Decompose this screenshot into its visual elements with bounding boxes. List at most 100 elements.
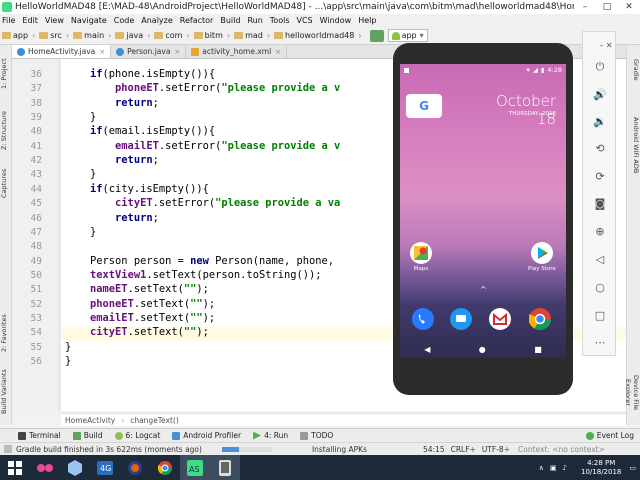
code-line[interactable]: return; [65, 212, 159, 224]
virtualbox-icon[interactable] [60, 455, 90, 480]
camera-icon[interactable]: ◙ [592, 195, 608, 211]
dock-gmail[interactable] [489, 308, 511, 330]
menu-help[interactable]: Help [358, 16, 376, 25]
caret-position[interactable]: 54:15 [423, 445, 445, 454]
code-line[interactable]: } [65, 168, 96, 180]
tab-terminal[interactable]: Terminal [18, 431, 61, 440]
tab-home-activity[interactable]: HomeActivity.java × [12, 45, 112, 58]
code-line[interactable]: cityET.setText(""); [65, 326, 209, 338]
close-tab-icon[interactable]: × [174, 48, 180, 56]
firefox-icon[interactable] [120, 455, 150, 480]
tab-favorites[interactable]: 2: Favorites [0, 307, 12, 359]
maximize-button[interactable]: □ [596, 2, 618, 12]
rotate-right-icon[interactable]: ⟳ [592, 168, 608, 184]
emulator-taskbar-icon[interactable] [210, 455, 240, 480]
menu-build[interactable]: Build [220, 16, 240, 25]
code-line[interactable]: if(city.isEmpty()){ [65, 183, 209, 195]
home-button[interactable]: ● [479, 345, 486, 354]
close-button[interactable]: ✕ [618, 2, 640, 12]
menu-navigate[interactable]: Navigate [71, 16, 107, 25]
cortana-icon[interactable] [30, 455, 60, 480]
back-icon[interactable]: ◁ [592, 251, 608, 267]
run-config-select[interactable]: app ▾ [387, 29, 428, 42]
tab-captures[interactable]: Captures [0, 163, 12, 203]
close-tab-icon[interactable]: × [99, 48, 105, 56]
tab-gradle[interactable]: Gradle [628, 53, 640, 87]
code-line[interactable]: Person person = new Person(name, phone, [65, 255, 334, 267]
menu-analyze[interactable]: Analyze [141, 16, 173, 25]
crumb-mad[interactable]: mad › [234, 31, 270, 40]
code-line[interactable]: nameET.setText(""); [65, 283, 209, 295]
code-line[interactable]: if(email.isEmpty()){ [65, 125, 215, 137]
volume-icon[interactable]: ♪ [563, 464, 567, 472]
menu-refactor[interactable]: Refactor [180, 16, 214, 25]
emulator-window-controls[interactable]: – ✕ [598, 41, 614, 51]
android-studio-taskbar-icon[interactable]: AS [180, 455, 210, 480]
date-widget[interactable]: October 18 [476, 92, 556, 128]
back-button[interactable]: ◀ [424, 345, 430, 354]
minimize-button[interactable]: – [574, 2, 596, 12]
tab-activity-home-xml[interactable]: activity_home.xml × [186, 45, 288, 58]
tab-todo[interactable]: TODO [300, 431, 333, 440]
clock[interactable]: 4:28 PM 10/18/2018 [581, 459, 621, 477]
crumb-com[interactable]: com › [154, 31, 190, 40]
power-icon[interactable]: ⏻ [592, 59, 608, 75]
network-icon[interactable]: ▣ [550, 464, 557, 472]
tab-build[interactable]: Build [72, 431, 103, 440]
crumb-app[interactable]: app › [2, 31, 35, 40]
menu-view[interactable]: View [45, 16, 64, 25]
tab-android-profiler[interactable]: Android Profiler [172, 431, 241, 440]
crumb-class[interactable]: HomeActivity [65, 416, 115, 425]
code-line[interactable]: return; [65, 97, 159, 109]
app-drawer-chevron-icon[interactable]: ^ [480, 285, 487, 294]
crumb-package[interactable]: helloworldmad48 › [274, 31, 362, 40]
code-line[interactable]: if(phone.isEmpty()){ [65, 68, 215, 80]
crumb-method[interactable]: changeText() [130, 416, 179, 425]
tab-project[interactable]: 1: Project [0, 49, 12, 99]
zoom-icon[interactable]: ⊕ [592, 223, 608, 239]
chrome-icon[interactable] [150, 455, 180, 480]
crumb-java[interactable]: java › [115, 31, 150, 40]
crumb-main[interactable]: main › [73, 31, 111, 40]
tab-build-variants[interactable]: Build Variants [0, 363, 12, 421]
tab-run[interactable]: 4: Run [253, 431, 288, 440]
code-line[interactable]: } [65, 226, 96, 238]
app-play-store[interactable]: Play Store [528, 242, 556, 272]
menu-file[interactable]: File [2, 16, 15, 25]
code-line[interactable]: } [65, 111, 96, 123]
google-search-widget[interactable]: G [406, 94, 442, 118]
overview-icon[interactable]: □ [592, 307, 608, 323]
line-separator[interactable]: CRLF÷ [451, 445, 476, 454]
rotate-left-icon[interactable]: ⟲ [592, 140, 608, 156]
tab-logcat[interactable]: 6: Logcat [114, 431, 160, 440]
app-maps[interactable]: Maps [410, 242, 432, 272]
code-line[interactable]: phoneET.setError("please provide a v [65, 82, 340, 94]
menu-vcs[interactable]: VCS [297, 16, 313, 25]
crumb-src[interactable]: src › [39, 31, 69, 40]
volume-down-icon[interactable]: 🔉 [592, 113, 608, 129]
code-line[interactable]: emailET.setError("please provide a v [65, 140, 340, 152]
code-line[interactable]: return; [65, 154, 159, 166]
status-toggle-icon[interactable] [4, 445, 12, 453]
home-icon[interactable]: ○ [592, 279, 608, 295]
notifications-icon[interactable]: ▭ [629, 464, 636, 472]
code-line[interactable]: textView1.setText(person.toString()); [65, 269, 321, 281]
file-encoding[interactable]: UTF-8÷ [482, 445, 510, 454]
code-line[interactable]: cityET.setError("please provide a va [65, 197, 340, 209]
menu-window[interactable]: Window [320, 16, 352, 25]
4g-modem-icon[interactable]: 4G [90, 455, 120, 480]
code-line[interactable]: phoneET.setText(""); [65, 298, 215, 310]
more-icon[interactable]: ⋯ [592, 334, 608, 350]
tab-structure[interactable]: Z: Structure [0, 103, 12, 159]
menu-code[interactable]: Code [114, 16, 134, 25]
windows-start-icon[interactable] [0, 455, 30, 480]
recents-button[interactable]: ■ [534, 345, 542, 354]
crumb-bitm[interactable]: bitm › [193, 31, 230, 40]
event-log-button[interactable]: Event Log [585, 431, 634, 440]
emulator-screen[interactable]: ▾ ◢ ▮ 4:28 G October 18 THURSDAY, 2018 M… [400, 64, 566, 358]
tab-person[interactable]: Person.java × [111, 45, 187, 58]
dock-phone[interactable] [412, 308, 434, 330]
code-line[interactable]: } [65, 355, 71, 367]
make-project-icon[interactable] [369, 29, 384, 42]
tray-chevron-icon[interactable]: ∧ [539, 464, 544, 472]
